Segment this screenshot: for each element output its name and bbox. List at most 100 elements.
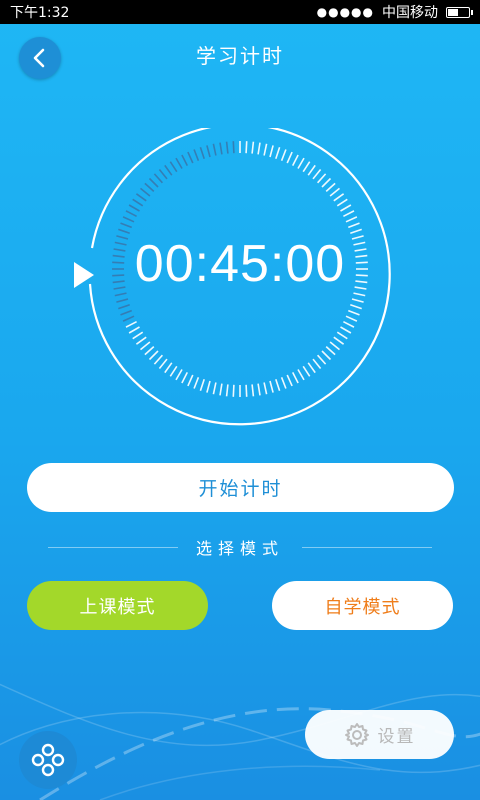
tick-mark xyxy=(132,198,144,207)
tick-mark xyxy=(232,141,235,154)
self-study-mode-button[interactable]: 自学模式 xyxy=(272,581,453,630)
tick-mark xyxy=(269,145,274,158)
tick-mark xyxy=(251,384,255,397)
tick-mark xyxy=(120,309,132,316)
tick-mark xyxy=(158,168,168,180)
tick-mark xyxy=(153,354,163,365)
tick-mark xyxy=(263,382,268,395)
tick-mark xyxy=(164,362,173,374)
four-circles-icon xyxy=(31,743,65,777)
tick-mark xyxy=(193,149,200,161)
tick-mark xyxy=(144,182,155,192)
tick-mark xyxy=(169,365,178,377)
tick-mark xyxy=(336,198,348,207)
tick-mark xyxy=(206,145,211,158)
tick-mark xyxy=(291,372,299,384)
tick-mark xyxy=(245,141,248,154)
settings-button[interactable]: 设置 xyxy=(305,710,454,759)
tick-mark xyxy=(199,379,205,391)
tick-mark xyxy=(187,374,194,387)
tick-mark xyxy=(187,151,194,164)
gear-icon xyxy=(344,722,369,747)
tick-mark xyxy=(348,222,360,229)
tick-mark xyxy=(219,383,223,396)
tick-mark xyxy=(333,193,345,202)
tick-mark xyxy=(257,142,261,155)
tick-mark xyxy=(350,228,362,234)
tick-mark xyxy=(118,304,130,310)
tick-mark xyxy=(343,320,355,328)
tick-mark xyxy=(297,157,305,169)
tick-mark xyxy=(340,204,352,212)
tick-mark xyxy=(286,374,293,387)
tick-mark xyxy=(343,210,355,218)
tick-mark xyxy=(329,341,341,351)
tick-mark xyxy=(336,331,348,340)
tick-mark xyxy=(175,369,183,381)
tick-mark xyxy=(169,161,178,173)
settings-label: 设置 xyxy=(377,727,416,747)
tick-mark xyxy=(280,149,287,161)
tick-mark xyxy=(225,141,229,154)
tick-mark xyxy=(317,173,327,184)
tick-mark xyxy=(120,222,132,229)
tick-mark xyxy=(340,326,352,334)
tick-mark xyxy=(181,154,189,166)
tick-mark xyxy=(345,315,358,322)
status-time: 下午1:32 xyxy=(10,5,70,21)
timer-dial: 00:45:00 xyxy=(64,128,416,428)
tick-mark xyxy=(329,187,341,197)
tick-mark xyxy=(321,177,332,188)
tick-mark xyxy=(333,336,345,345)
tick-mark xyxy=(325,182,336,192)
tick-mark xyxy=(263,143,268,156)
tick-mark xyxy=(302,161,311,173)
tick-mark xyxy=(280,377,287,389)
tick-mark xyxy=(286,151,293,164)
tick-mark xyxy=(128,204,140,212)
tick-mark xyxy=(175,157,183,169)
tick-mark xyxy=(212,143,217,156)
start-timer-button[interactable]: 开始计时 xyxy=(27,463,454,512)
tick-mark xyxy=(164,164,173,176)
tick-mark xyxy=(321,350,332,361)
divider-right xyxy=(302,546,433,548)
tick-mark xyxy=(158,358,168,370)
tick-mark xyxy=(199,147,205,159)
tick-mark xyxy=(193,377,200,389)
tick-mark xyxy=(122,216,135,223)
status-bar: 下午1:32 ●●●●● 中国移动 xyxy=(0,0,480,24)
carrier-name: 中国移动 xyxy=(382,5,438,21)
tick-mark xyxy=(225,384,229,397)
tick-mark xyxy=(348,309,360,316)
tick-mark xyxy=(307,164,316,176)
tick-mark xyxy=(148,177,159,188)
tick-mark xyxy=(275,147,281,159)
tick-mark xyxy=(153,173,163,184)
tick-mark xyxy=(135,193,147,202)
tick-mark xyxy=(148,350,159,361)
tick-mark xyxy=(118,228,130,234)
tick-mark xyxy=(125,320,137,328)
tick-mark xyxy=(132,331,144,340)
battery-icon xyxy=(446,6,473,18)
class-mode-button[interactable]: 上课模式 xyxy=(27,581,208,630)
tick-mark xyxy=(139,341,151,351)
tick-mark xyxy=(122,315,135,322)
menu-button[interactable] xyxy=(19,731,77,789)
tick-mark xyxy=(125,210,137,218)
tick-mark xyxy=(351,298,364,303)
study-timer-screen: 下午1:32 ●●●●● 中国移动 学习计时 00:45:00 开始计时 选择模… xyxy=(0,0,480,800)
tick-mark xyxy=(232,384,235,397)
tick-mark xyxy=(297,369,305,381)
timer-display: 00:45:00 xyxy=(134,235,346,293)
tick-mark xyxy=(219,142,223,155)
tick-mark xyxy=(257,383,261,396)
page-title: 学习计时 xyxy=(196,44,284,68)
tick-mark xyxy=(116,298,129,303)
tick-mark xyxy=(128,326,140,334)
tick-mark xyxy=(275,379,281,391)
tick-mark xyxy=(291,154,299,166)
tick-mark xyxy=(251,141,255,154)
tick-mark xyxy=(135,336,147,345)
